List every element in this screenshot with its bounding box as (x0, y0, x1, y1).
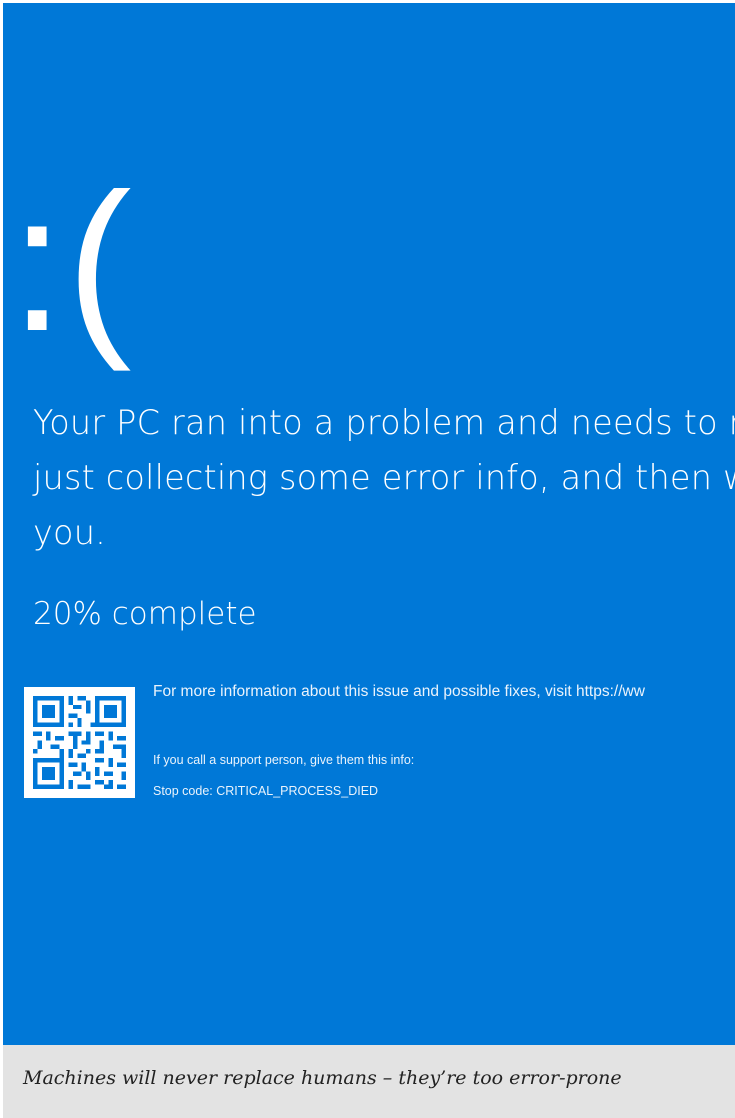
sad-face-emoticon: :( (10, 153, 134, 372)
more-info-text: For more information about this issue an… (153, 683, 645, 700)
error-message-line-1: Your PC ran into a problem and needs to … (33, 403, 735, 442)
error-message-line-3: you. (33, 513, 107, 552)
error-message-line-2: just collecting some error info, and the… (33, 458, 735, 497)
stop-code-text: Stop code: CRITICAL_PROCESS_DIED (153, 784, 379, 798)
support-info-text: If you call a support person, give them … (153, 753, 415, 767)
error-message: Your PC ran into a problem and needs to … (33, 395, 735, 560)
blue-screen-of-death: :( Your PC ran into a problem and needs … (3, 3, 735, 1045)
caption-bar: Machines will never replace humans – the… (3, 1045, 735, 1118)
qr-code-icon (24, 687, 135, 798)
progress-percentage: 20% complete (33, 596, 257, 632)
image-caption: Machines will never replace humans – the… (23, 1067, 622, 1089)
